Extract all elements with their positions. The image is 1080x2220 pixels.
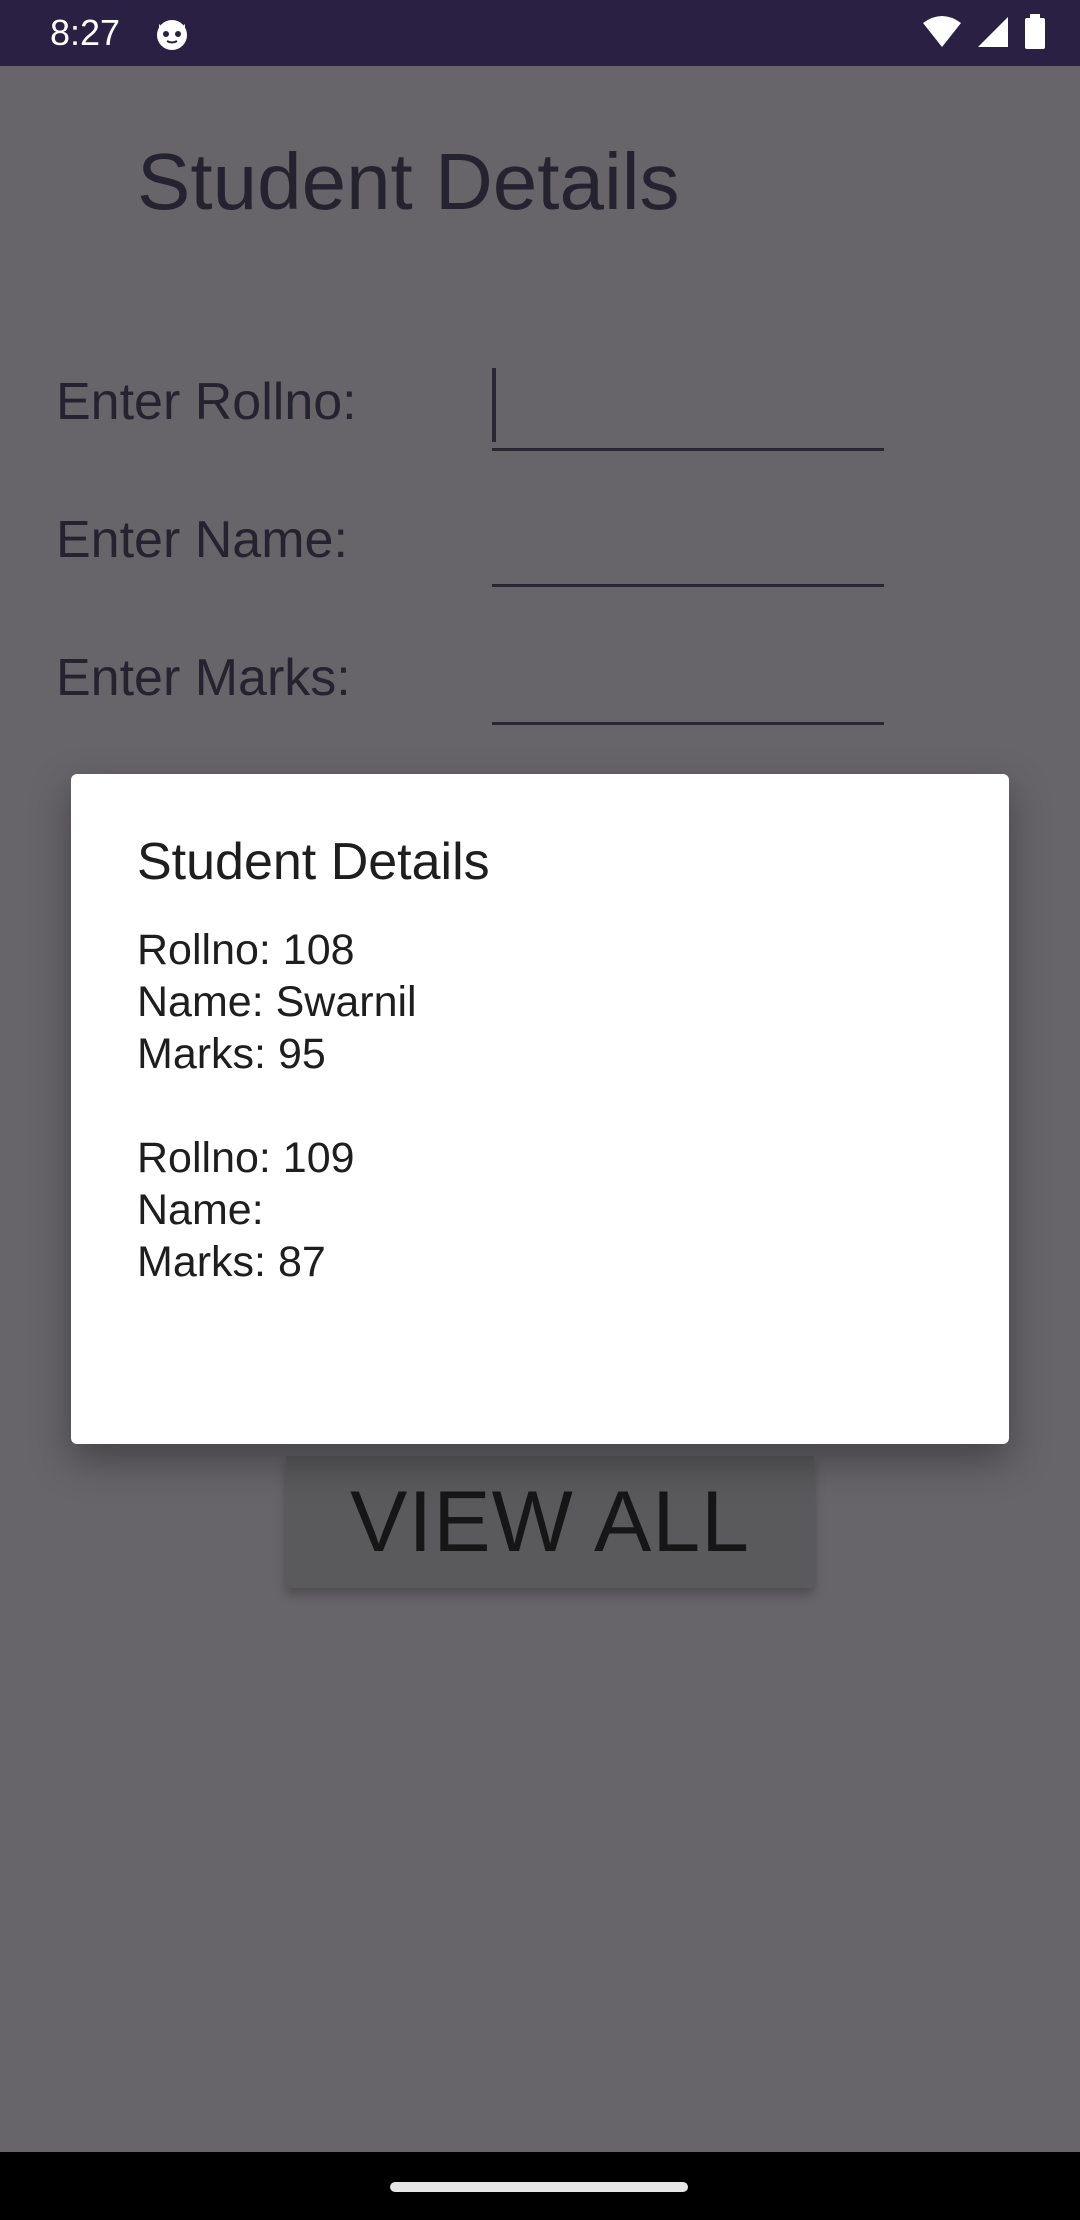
home-gesture-handle[interactable] (390, 2182, 688, 2192)
wifi-icon (922, 15, 962, 54)
record-spacer (137, 1080, 417, 1132)
marks-label: Enter Marks: (56, 649, 351, 707)
record-marks: Marks: 87 (137, 1238, 326, 1286)
page-title: Student Details (137, 137, 680, 226)
view-all-button[interactable]: VIEW ALL (286, 1456, 814, 1588)
navigation-bar (0, 2152, 1080, 2220)
status-time: 8:27 (50, 12, 121, 53)
record-rollno: Rollno: 109 (137, 1134, 355, 1182)
record-rollno: Rollno: 108 (137, 926, 355, 974)
battery-icon (1024, 13, 1046, 55)
record-name: Name: (137, 1186, 264, 1234)
status-icons (922, 13, 1046, 55)
text-caret (492, 368, 496, 442)
cat-face-icon (154, 16, 190, 52)
marks-input[interactable] (492, 722, 884, 725)
name-label: Enter Name: (56, 511, 348, 569)
rollno-input[interactable] (492, 448, 884, 451)
student-details-dialog: Student Details Rollno: 108 Name: Swarni… (71, 774, 1009, 1444)
dialog-title: Student Details (137, 833, 490, 891)
record-marks: Marks: 95 (137, 1030, 326, 1078)
signal-icon (976, 15, 1010, 54)
status-bar: 8:27 (0, 0, 1080, 66)
rollno-label: Enter Rollno: (56, 373, 357, 431)
dialog-message: Rollno: 108 Name: Swarnil Marks: 95 Roll… (137, 924, 417, 1288)
record-name: Name: Swarnil (137, 978, 417, 1026)
name-input[interactable] (492, 584, 884, 587)
